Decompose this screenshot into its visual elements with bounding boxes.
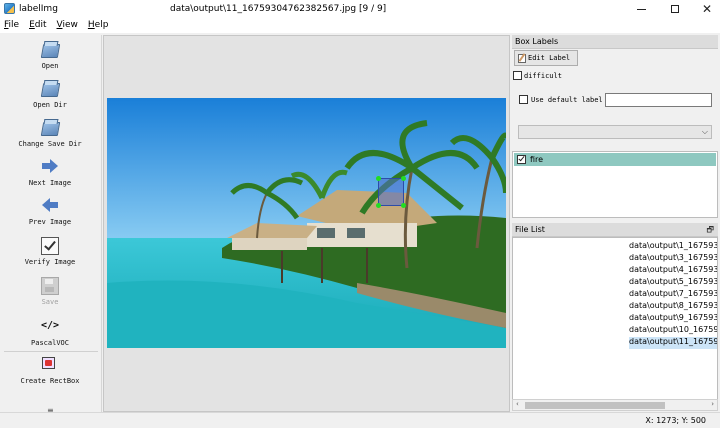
menu-view[interactable]: View — [53, 18, 84, 33]
app-icon — [4, 3, 15, 14]
difficult-label: difficult — [524, 72, 562, 80]
menu-help-label: elp — [94, 20, 109, 30]
left-toolbar: Open Open Dir Change Save Dir Next Image… — [0, 35, 102, 415]
file-list-item-selected[interactable]: data\output\11_1675930 — [629, 337, 717, 349]
file-list-item[interactable]: data\output\8_16759304 — [629, 301, 717, 313]
label-list-item[interactable]: fire — [514, 153, 716, 166]
save-button[interactable]: Save — [0, 277, 100, 306]
verify-image-button[interactable]: Verify Image — [0, 237, 100, 266]
cursor-coordinates: X: 1273; Y: 500 — [645, 416, 706, 425]
maximize-icon — [671, 5, 679, 13]
file-list-item[interactable]: data\output\1_16759304 — [629, 241, 717, 253]
save-label: Save — [41, 298, 59, 306]
app-name: labelImg — [19, 4, 58, 14]
change-save-dir-label: Change Save Dir — [18, 140, 82, 148]
format-label: PascalVOC — [31, 339, 69, 347]
box-labels-title: Box Labels — [515, 37, 559, 46]
open-dir-label: Open Dir — [33, 101, 67, 109]
checkmark-icon — [517, 155, 526, 164]
menu-bar: File Edit View Help — [0, 18, 720, 33]
bbox-handle-bottom-right[interactable] — [401, 203, 406, 208]
file-list[interactable]: data\output\1_16759304 data\output\3_167… — [512, 237, 718, 401]
bbox-handle-bottom-left[interactable] — [376, 203, 381, 208]
box-labels-dock-title: Box Labels — [512, 35, 718, 49]
chevron-down-icon: ⌵ — [701, 127, 708, 136]
use-default-label-label: Use default label — [531, 96, 603, 104]
open-label: Open — [41, 62, 59, 70]
file-list-item[interactable]: data\output\4_16759304 — [629, 265, 717, 277]
title-bar: labelImg data\output\11_1675930476238256… — [0, 0, 720, 18]
next-image-label: Next Image — [28, 179, 72, 187]
image-canvas[interactable] — [103, 35, 510, 412]
folder-save-icon — [41, 119, 59, 137]
file-list-title: File List — [515, 225, 545, 234]
bbox-handle-top-left[interactable] — [376, 176, 381, 181]
checkbox-check-icon — [41, 237, 59, 255]
prev-image-label: Prev Image — [28, 218, 72, 226]
labelimg-window: labelImg data\output\11_1675930476238256… — [0, 0, 720, 428]
create-rectbox-icon — [41, 356, 59, 374]
close-button[interactable]: ✕ — [690, 0, 720, 18]
label-combo-box[interactable]: ⌵ — [518, 125, 712, 139]
format-toggle-button[interactable]: </> PascalVOC — [0, 318, 100, 347]
menu-edit-label: dit — [34, 20, 47, 30]
prev-image-button[interactable]: Prev Image — [0, 197, 100, 226]
next-image-button[interactable]: Next Image — [0, 158, 100, 187]
save-icon — [41, 277, 59, 295]
beach-photo — [107, 98, 506, 348]
bbox-handle-top-right[interactable] — [401, 176, 406, 181]
status-bar: X: 1273; Y: 500 — [0, 412, 720, 428]
file-list-item[interactable]: data\output\9_16759304 — [629, 313, 717, 325]
scroll-right-icon[interactable]: › — [711, 400, 714, 408]
change-save-dir-button[interactable]: Change Save Dir — [0, 119, 100, 148]
file-list-item[interactable]: data\output\3_16759304 — [629, 253, 717, 265]
edit-label-button[interactable]: Edit Label — [514, 50, 578, 66]
open-dir-button[interactable]: Open Dir — [0, 80, 100, 109]
arrow-right-icon — [41, 158, 59, 176]
menu-file[interactable]: File — [0, 18, 25, 33]
file-list-scrollbar[interactable]: ‹ › — [512, 399, 718, 411]
menu-help-mnemonic: H — [87, 20, 95, 30]
maximize-button[interactable] — [658, 0, 692, 18]
window-title: data\output\11_16759304762382567.jpg [9 … — [170, 4, 387, 14]
menu-view-label: iew — [62, 20, 78, 30]
file-list-item[interactable]: data\output\5_16759304 — [629, 277, 717, 289]
file-list-item[interactable]: data\output\10_1675930 — [629, 325, 717, 337]
scrollbar-thumb[interactable] — [525, 402, 665, 409]
label-name: fire — [530, 155, 544, 164]
file-list-item[interactable]: data\output\7_16759304 — [629, 289, 717, 301]
menu-edit[interactable]: Edit — [25, 18, 52, 33]
use-default-label-checkbox[interactable] — [519, 95, 528, 104]
verify-image-label: Verify Image — [24, 258, 76, 266]
toolbar-separator — [4, 351, 98, 352]
create-rectbox-label: Create RectBox — [20, 377, 80, 385]
folder-icon — [41, 80, 59, 98]
label-list[interactable]: fire — [512, 151, 718, 218]
bounding-box-fire[interactable] — [376, 176, 406, 208]
close-icon: ✕ — [701, 2, 713, 16]
image-view[interactable] — [107, 98, 506, 348]
menu-file-label: ile — [8, 20, 20, 30]
open-button[interactable]: Open — [0, 41, 100, 70]
file-list-dock-title: File List 🗗 — [512, 223, 718, 237]
create-rectbox-button[interactable]: Create RectBox — [0, 356, 100, 385]
scroll-left-icon[interactable]: ‹ — [516, 400, 519, 408]
dock-float-icon[interactable]: 🗗 — [706, 224, 714, 238]
minimize-button[interactable] — [624, 0, 658, 18]
code-icon: </> — [41, 320, 60, 331]
minimize-icon — [636, 8, 646, 10]
edit-label-text: Edit Label — [528, 54, 571, 62]
arrow-left-icon — [41, 197, 59, 215]
default-label-input[interactable] — [605, 93, 712, 107]
menu-help[interactable]: Help — [84, 18, 115, 33]
difficult-checkbox[interactable] — [513, 71, 522, 80]
edit-icon — [518, 54, 526, 63]
folder-open-icon — [41, 41, 59, 59]
